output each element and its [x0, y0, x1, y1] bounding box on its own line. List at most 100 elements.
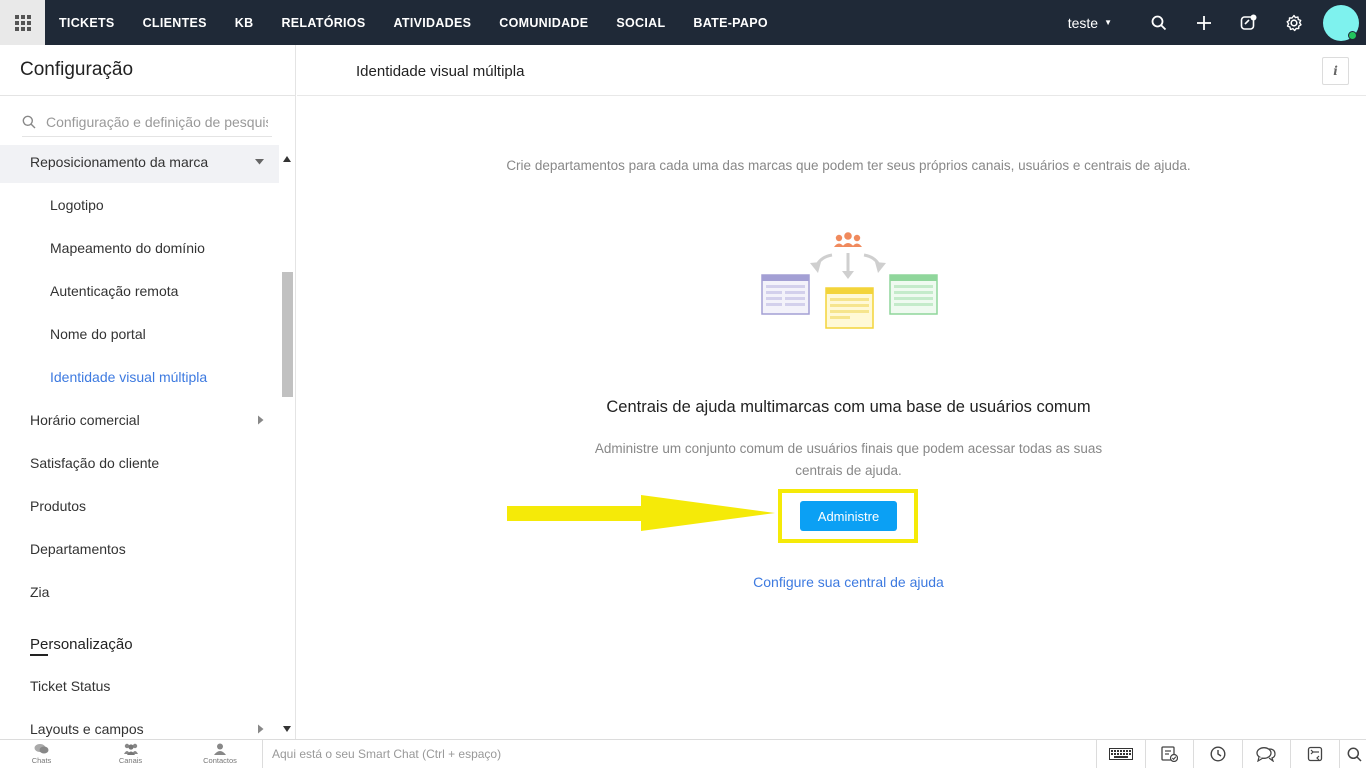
- configure-help-center-link[interactable]: Configure sua central de ajuda: [297, 574, 1366, 590]
- tab-label: Canais: [118, 756, 143, 765]
- add-button[interactable]: [1181, 0, 1226, 45]
- sidebar-item-label: Zia: [30, 583, 50, 600]
- sidebar-item-portal-name[interactable]: Nome do portal: [0, 312, 280, 355]
- top-nav-bar: TICKETS CLIENTES KB RELATÓRIOS ATIVIDADE…: [0, 0, 1366, 45]
- sidebar-item-label: Autenticação remota: [50, 282, 179, 299]
- tab-canais[interactable]: Canais: [83, 740, 178, 768]
- bottom-bar: Chats Canais Contactos Aqui está o seu S…: [0, 739, 1366, 768]
- settings-search-input[interactable]: [46, 113, 268, 130]
- section-description: Administre um conjunto comum de usuários…: [594, 441, 1103, 478]
- main-content: Identidade visual múltipla i Crie depart…: [297, 45, 1366, 739]
- settings-button[interactable]: [1271, 0, 1316, 45]
- sidebar-item-label: Nome do portal: [50, 325, 146, 342]
- nav-comunidade[interactable]: COMUNIDADE: [499, 16, 588, 30]
- sidebar-item-remote-auth[interactable]: Autenticação remota: [0, 269, 280, 312]
- nav-kb[interactable]: KB: [235, 16, 254, 30]
- intro-text: Crie departamentos para cada uma das mar…: [506, 158, 1191, 173]
- sidebar-title: Configuração: [20, 59, 134, 80]
- updates-button[interactable]: [1290, 740, 1339, 768]
- sidebar-item-logo[interactable]: Logotipo: [0, 183, 280, 226]
- user-avatar-button[interactable]: [1316, 0, 1366, 45]
- sidebar-item-satisfaction[interactable]: Satisfação do cliente: [0, 441, 280, 484]
- notification-icon: [1240, 14, 1257, 30]
- tab-label: Contactos: [203, 756, 237, 765]
- sidebar-item-label: Identidade visual múltipla: [50, 368, 208, 385]
- sidebar-item-departments[interactable]: Departamentos: [0, 527, 280, 570]
- chat-icon: [34, 744, 49, 754]
- org-name: teste: [1067, 14, 1099, 31]
- info-button[interactable]: i: [1322, 57, 1349, 85]
- sidebar-item-ticket-status[interactable]: Ticket Status: [0, 664, 280, 707]
- search-icon: [1347, 747, 1362, 762]
- settings-sidebar: Configuração Reposicionamento da marca L…: [0, 45, 296, 739]
- caret-down-icon: ▼: [1104, 18, 1112, 27]
- smart-chat-input[interactable]: Aqui está o seu Smart Chat (Ctrl + espaç…: [262, 740, 1096, 768]
- nav-bate-papo[interactable]: BATE-PAPO: [693, 16, 767, 30]
- grid-icon: [14, 14, 31, 31]
- section-heading: Centrais de ajuda multimarcas com uma ba…: [606, 398, 1091, 416]
- keyboard-button[interactable]: [1096, 740, 1145, 768]
- caret-down-icon: [255, 158, 264, 164]
- sidebar-item-rebranding[interactable]: Reposicionamento da marca: [0, 145, 280, 183]
- multibrand-illustration: [761, 232, 938, 329]
- scroll-down-icon[interactable]: [283, 725, 291, 733]
- sidebar-item-products[interactable]: Produtos: [0, 484, 280, 527]
- nav-atividades[interactable]: ATIVIDADES: [393, 16, 471, 30]
- sidebar-item-label: Horário comercial: [30, 411, 140, 428]
- search-icon: [22, 115, 36, 128]
- sidebar-item-label: Produtos: [30, 497, 87, 514]
- scroll-up-icon[interactable]: [283, 155, 291, 163]
- sidebar-item-zia[interactable]: Zia: [0, 570, 280, 613]
- tab-chats[interactable]: Chats: [0, 740, 83, 768]
- search-icon: [1151, 15, 1166, 30]
- conversations-button[interactable]: [1241, 740, 1291, 768]
- inbox-icon: [1307, 746, 1322, 762]
- nav-social[interactable]: SOCIAL: [616, 16, 665, 30]
- contact-icon: [214, 743, 226, 755]
- sidebar-section-title: Personalização: [30, 636, 133, 653]
- divider: [0, 95, 295, 96]
- chat-bubbles-icon: [1256, 747, 1276, 762]
- sidebar-item-label: Departamentos: [30, 540, 126, 557]
- keyboard-icon: [1108, 748, 1133, 760]
- scroll-thumb[interactable]: [282, 272, 293, 397]
- sidebar-item-label: Ticket Status: [30, 677, 111, 694]
- nav-tickets[interactable]: TICKETS: [59, 16, 115, 30]
- sidebar-item-label: Mapeamento do domínio: [50, 239, 205, 256]
- sidebar-item-multibrand[interactable]: Identidade visual múltipla: [0, 355, 280, 398]
- history-button[interactable]: [1193, 740, 1242, 768]
- sidebar-scrollbar[interactable]: [279, 145, 295, 739]
- section-underline: [30, 654, 48, 656]
- bottom-tools: [1096, 740, 1366, 768]
- administrate-button[interactable]: Administre: [800, 501, 897, 531]
- sidebar-item-business-hours[interactable]: Horário comercial: [0, 398, 280, 441]
- arrow-right-icon: [507, 495, 775, 531]
- main-nav: TICKETS CLIENTES KB RELATÓRIOS ATIVIDADE…: [59, 0, 796, 45]
- sidebar-item-layouts-fields[interactable]: Layouts e campos: [0, 707, 280, 739]
- sidebar-item-domain-mapping[interactable]: Mapeamento do domínio: [0, 226, 280, 269]
- app-launcher-button[interactable]: [0, 0, 45, 45]
- plus-icon: [1196, 15, 1211, 30]
- tab-contactos[interactable]: Contactos: [178, 740, 262, 768]
- sidebar-item-label: Logotipo: [50, 196, 104, 213]
- search-button[interactable]: [1136, 0, 1181, 45]
- page-header: Identidade visual múltipla i: [297, 45, 1366, 96]
- group-icon: [123, 743, 138, 755]
- page-title: Identidade visual múltipla: [356, 63, 525, 80]
- gear-icon: [1286, 14, 1302, 31]
- tab-label: Chats: [31, 756, 52, 765]
- sidebar-item-label: Layouts e campos: [30, 720, 144, 737]
- tasks-button[interactable]: [1144, 740, 1194, 768]
- online-status-dot: [1348, 31, 1357, 40]
- org-switcher[interactable]: teste ▼: [1068, 15, 1112, 31]
- nav-relatorios[interactable]: RELATÓRIOS: [281, 16, 365, 30]
- sidebar-menu: Reposicionamento da marca Logotipo Mapea…: [0, 145, 280, 739]
- sidebar-item-label: Reposicionamento da marca: [30, 153, 209, 170]
- sidebar-item-label: Satisfação do cliente: [30, 454, 160, 471]
- caret-right-icon: [258, 415, 264, 424]
- nav-clientes[interactable]: CLIENTES: [143, 16, 207, 30]
- caret-right-icon: [258, 724, 264, 733]
- task-check-icon: [1161, 746, 1178, 762]
- bottom-search-button[interactable]: [1338, 740, 1366, 768]
- notifications-button[interactable]: [1226, 0, 1271, 45]
